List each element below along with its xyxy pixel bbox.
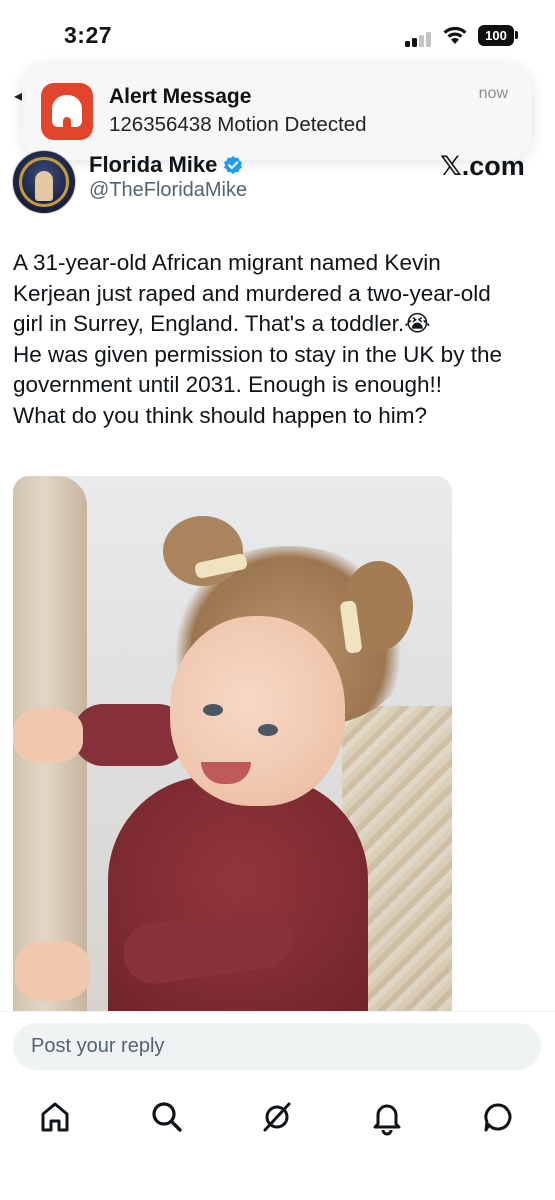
verified-badge-icon: [223, 155, 243, 175]
author-name[interactable]: Florida Mike: [89, 152, 217, 178]
notification-time: now: [478, 85, 508, 102]
author-name-row[interactable]: Florida Mike: [89, 152, 243, 178]
post-text: A 31-year-old African migrant named Kevi…: [13, 248, 543, 432]
post-text-line: girl in Surrey, England. That's a toddle…: [13, 311, 431, 337]
messages-icon[interactable]: [478, 1097, 518, 1137]
reply-placeholder: Post your reply: [31, 1035, 165, 1057]
post-text-line: He was given permission to stay in the U…: [13, 341, 502, 367]
notification-banner[interactable]: Alert Message 126356438 Motion Detected …: [22, 64, 532, 160]
notification-body: 126356438 Motion Detected: [109, 113, 367, 136]
cellular-signal-icon: [405, 31, 435, 47]
status-time: 3:27: [64, 22, 113, 48]
post-image[interactable]: [13, 476, 452, 1011]
battery-icon: 100: [478, 25, 520, 46]
post-text-line: What do you think should happen to him?: [13, 402, 428, 428]
divider: [0, 1011, 555, 1012]
post-text-line: Kerjean just raped and murdered a two-ye…: [13, 280, 491, 306]
x-com-label: 𝕏.com: [440, 151, 525, 181]
home-icon[interactable]: [35, 1097, 75, 1137]
search-icon[interactable]: [147, 1097, 187, 1137]
bottom-tab-bar: [0, 1080, 555, 1200]
grok-icon[interactable]: [257, 1097, 297, 1137]
author-handle[interactable]: @TheFloridaMike: [89, 179, 247, 202]
battery-level: 100: [478, 25, 514, 46]
post-text-line: A 31-year-old African migrant named Kevi…: [13, 250, 441, 275]
alert-app-icon: [41, 83, 93, 140]
notifications-icon[interactable]: [367, 1097, 407, 1137]
reply-input[interactable]: Post your reply: [13, 1023, 541, 1070]
notification-title: Alert Message: [109, 85, 252, 108]
status-bar: 3:27 100: [0, 0, 555, 62]
author-avatar[interactable]: [12, 150, 76, 214]
wifi-icon: [441, 24, 469, 46]
post-text-line: government until 2031. Enough is enough!…: [13, 372, 443, 398]
